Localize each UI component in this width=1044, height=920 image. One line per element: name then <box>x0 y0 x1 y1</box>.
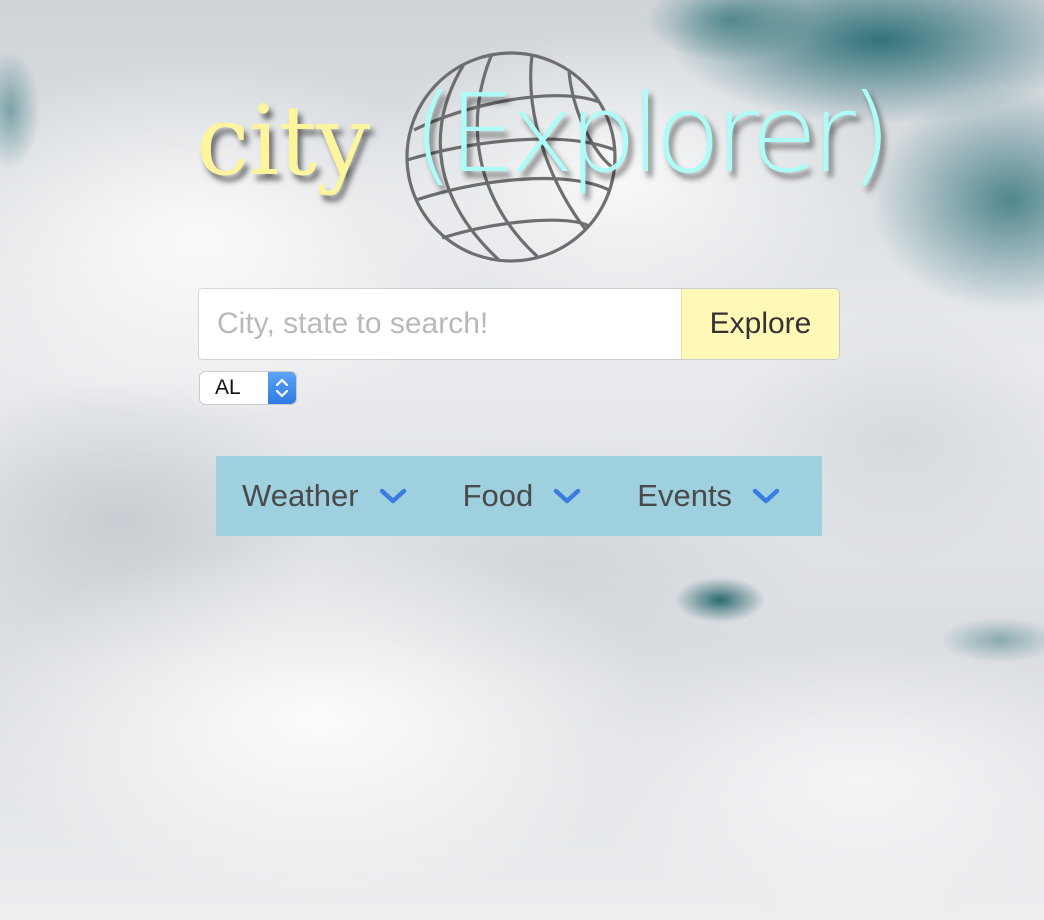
tab-food[interactable]: Food <box>463 456 582 536</box>
chevron-down-icon <box>379 488 406 504</box>
category-tab-bar: Weather Food Events <box>216 456 822 536</box>
explore-button[interactable]: Explore <box>681 289 839 359</box>
city-search-input[interactable] <box>199 289 681 359</box>
tab-label: Weather <box>242 478 359 513</box>
state-select[interactable]: AL <box>199 371 297 405</box>
logo-explorer-text: (Explorer) <box>412 72 892 197</box>
tab-label: Food <box>462 478 534 513</box>
search-form: Explore <box>199 289 839 359</box>
city-explorer-logo: city (Explorer) <box>196 46 892 270</box>
tab-label: Events <box>637 478 733 513</box>
tab-weather[interactable]: Weather <box>242 456 407 536</box>
select-arrows-icon <box>268 372 296 404</box>
tab-events[interactable]: Events <box>637 456 780 536</box>
chevron-down-icon <box>554 488 581 504</box>
logo-city-text: city <box>196 85 370 197</box>
state-select-value: AL <box>215 376 241 399</box>
chevron-down-icon <box>752 488 780 504</box>
